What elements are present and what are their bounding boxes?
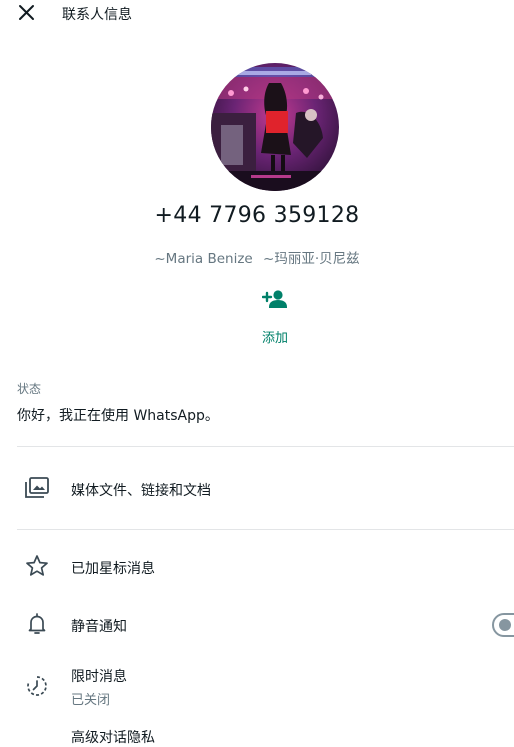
close-button[interactable] — [14, 1, 38, 25]
disappearing-messages-status: 已关闭 — [71, 693, 111, 708]
add-person-icon — [262, 290, 287, 308]
contact-alt-name: ~玛丽亚·贝尼兹 — [263, 251, 360, 267]
header: 联系人信息 — [0, 0, 514, 26]
toggle-knob — [499, 619, 511, 631]
disappearing-messages-label: 限时消息 — [71, 669, 127, 685]
star-icon — [26, 555, 48, 576]
mute-notifications-label: 静音通知 — [71, 619, 127, 635]
about-text: 你好，我正在使用 WhatsApp。 — [17, 408, 219, 424]
media-links-docs-item[interactable]: 媒体文件、链接和文档 — [0, 472, 514, 506]
contact-phone-number: +44 7796 359128 — [154, 203, 360, 228]
media-folder-icon — [25, 477, 49, 498]
avatar[interactable] — [211, 63, 339, 191]
contact-names: ~Maria Benize ~玛丽亚·贝尼兹 — [0, 247, 514, 267]
page-title: 联系人信息 — [62, 7, 132, 23]
starred-messages-label: 已加星标消息 — [71, 561, 155, 577]
media-links-docs-label: 媒体文件、链接和文档 — [71, 483, 211, 499]
about-label: 状态 — [17, 382, 42, 396]
advanced-chat-privacy-item[interactable]: 高级对话隐私 — [0, 724, 514, 746]
disappearing-messages-item[interactable]: 限时消息 已关闭 — [0, 664, 514, 708]
bell-icon — [28, 613, 46, 634]
contact-display-name: ~Maria Benize — [154, 251, 253, 267]
add-contact-label: 添加 — [261, 331, 288, 346]
divider — [17, 529, 514, 530]
close-icon — [19, 5, 34, 20]
add-contact-button[interactable]: 添加 — [237, 286, 313, 350]
mute-notifications-item[interactable]: 静音通知 — [0, 608, 514, 642]
starred-messages-item[interactable]: 已加星标消息 — [0, 550, 514, 584]
advanced-chat-privacy-label: 高级对话隐私 — [71, 730, 155, 746]
mute-notifications-toggle[interactable] — [492, 613, 514, 637]
timer-icon — [27, 676, 47, 696]
divider — [17, 446, 514, 447]
